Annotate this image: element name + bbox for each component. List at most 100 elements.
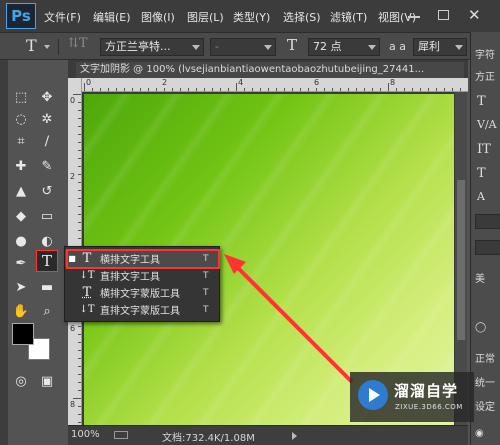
toggle-orientation-icon[interactable]: ⇅T [68,36,88,51]
font-family-value: 方正兰亭特... [105,40,171,53]
panel-option[interactable]: ◯ [475,322,486,333]
type-tool-preset-icon[interactable]: T [26,36,37,55]
clone-stamp-icon[interactable]: ▲ [10,180,32,202]
ruler-tick [388,83,389,91]
watermark-title: 溜溜自学 [394,382,459,400]
ruler-tick [276,88,277,91]
panel-button[interactable]: 美 [475,270,485,285]
menu-image[interactable]: 图像(I) [141,9,175,25]
setting-option[interactable]: 设定 [475,398,495,413]
magic-wand-icon[interactable]: ✲ [36,108,58,130]
panel-field[interactable] [475,214,500,229]
ruler-tick [124,88,125,91]
ruler-label: 2 [162,78,168,87]
flyout-item-horizontal-type-mask[interactable]: T 横排文字蒙版工具 T [65,284,219,301]
zoom-tool-icon[interactable]: ⌕ [36,300,58,322]
status-arrow-icon[interactable] [292,432,297,440]
toolbox-header-strip [0,60,8,445]
gradient-tool-icon[interactable]: ▭ [36,205,58,227]
maximize-icon[interactable] [438,10,449,20]
marquee-tool-icon[interactable]: ⬚ [10,86,32,108]
panel-font-family[interactable]: 方正 [475,68,495,83]
justify-option[interactable]: 正常 [475,350,495,365]
font-family-select[interactable]: 方正兰亭特... [100,38,204,56]
history-brush-icon[interactable]: ↺ [36,180,58,202]
ruler-tick [78,174,81,175]
document-tab[interactable]: 文字加阴影 @ 100% (lvsejianbiantiaowentaobaoz… [76,62,464,78]
rectangle-tool-icon[interactable]: ▬ [36,276,58,298]
menu-layer[interactable]: 图层(L) [187,9,224,25]
ruler-tick [156,88,157,91]
ruler-tick [148,88,149,91]
minimize-icon[interactable] [408,16,420,18]
flyout-item-vertical-type-mask[interactable]: ↓T 直排文字蒙版工具 T [65,301,219,318]
path-selection-icon[interactable]: ➤ [10,276,32,298]
options-bar: T ⇅T 方正兰亭特... - T 72 点 a a 犀利 [0,32,500,60]
unified-option[interactable]: 统一 [475,374,495,389]
ruler-tick [196,88,197,91]
ruler-tick [260,88,261,91]
move-tool-icon[interactable]: ✥ [36,86,58,108]
flyout-item-label: 直排文字工具 [100,272,160,283]
horizontal-type-mask-icon: T [82,285,92,300]
font-size-select[interactable]: 72 点 [308,38,380,56]
type-tool-icon[interactable]: T [36,250,58,272]
flyout-item-vertical-type[interactable]: ↓T 直排文字工具 T [65,267,219,284]
character-tab[interactable]: 字符 [475,46,495,61]
ruler-tick [292,88,293,91]
menu-file[interactable]: 文件(F) [44,9,81,25]
eraser-tool-icon[interactable]: ◆ [10,205,32,227]
eyedropper-icon[interactable]: ∕ [36,130,58,152]
anti-alias-select[interactable]: 犀利 [413,38,467,56]
flyout-item-label: 直排文字蒙版工具 [100,306,180,317]
ruler-tick [78,382,81,383]
screen-mode-icon[interactable]: ▣ [36,370,58,392]
watermark: 溜溜自学 ZIXUE.3D66.COM [350,372,474,422]
ruler-tick [244,88,245,91]
ruler-tick [460,88,461,91]
ruler-label: 6 [314,78,320,87]
flyout-item-horizontal-type[interactable]: ■ T 横排文字工具 T [65,250,219,267]
zoom-level[interactable]: 100% [71,429,100,440]
ruler-tick [284,88,285,91]
ruler-tick [212,88,213,91]
hand-tool-icon[interactable]: ✋ [10,300,32,322]
lasso-tool-icon[interactable]: ◌ [10,108,32,130]
flyout-item-label: 横排文字蒙版工具 [100,289,180,300]
preset-dropdown-icon[interactable] [44,45,50,49]
font-style-select[interactable]: - [210,38,276,56]
pen-tool-icon[interactable]: ✒ [10,252,32,274]
panel-field[interactable] [475,240,500,255]
dodge-tool-icon[interactable]: ◐ [36,230,58,252]
ruler-tick [78,158,81,159]
close-icon[interactable]: ✕ [468,6,481,24]
ruler-tick [324,88,325,91]
scrollbar-thumb[interactable] [457,180,465,340]
photoshop-logo: Ps [6,3,36,29]
menu-type[interactable]: 类型(Y) [233,9,270,25]
anti-alias-value: 犀利 [418,40,440,53]
blur-tool-icon[interactable]: ● [10,230,32,252]
foreground-color-swatch[interactable] [12,323,34,345]
healing-brush-icon[interactable]: ✚ [10,155,32,177]
menu-select[interactable]: 选择(S) [283,9,321,25]
anti-alias-icon: a a [389,40,406,53]
menu-filter[interactable]: 滤镜(T) [330,9,367,25]
ruler-tick [108,88,109,91]
ruler-tick [396,88,397,91]
ruler-tick [78,166,81,167]
brush-tool-icon[interactable]: ✎ [36,155,58,177]
ruler-tick [78,358,81,359]
crop-tool-icon[interactable]: ⌗ [10,130,32,152]
horizontal-type-icon: T [82,251,92,266]
font-size-value: 72 点 [313,40,342,53]
status-menu-icon[interactable] [114,431,128,439]
eye-icon[interactable]: ◉ [475,428,484,439]
chevron-down-icon [192,45,200,50]
ruler-tick [364,88,365,91]
menu-edit[interactable]: 编辑(E) [93,9,131,25]
quick-mask-icon[interactable]: ◎ [10,370,32,392]
ruler-tick [78,206,81,207]
ruler-tick [428,88,429,91]
ruler-tick [78,238,81,239]
